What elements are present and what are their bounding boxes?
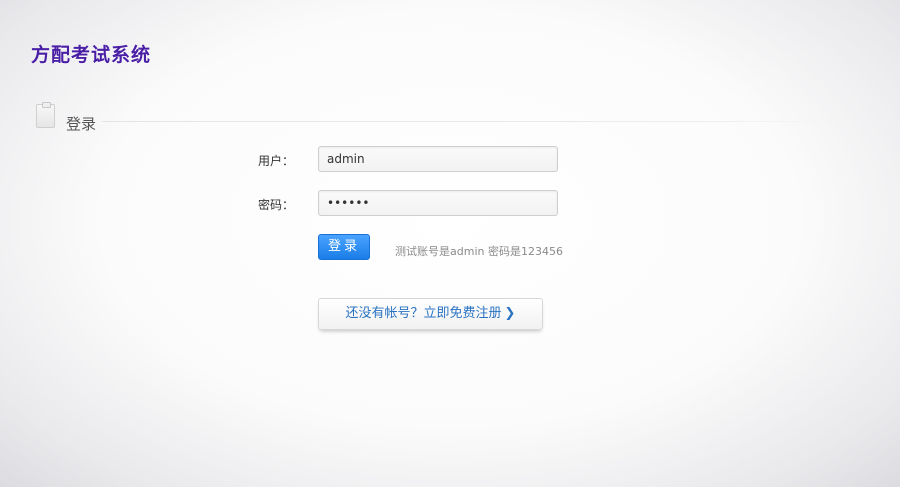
- section-divider: [102, 121, 842, 122]
- login-section-header: 登录: [36, 102, 842, 134]
- username-row: 用户：: [0, 146, 900, 174]
- register-label: 还没有帐号？立即免费注册: [345, 306, 502, 321]
- clipboard-icon: [36, 102, 55, 128]
- register-button[interactable]: 还没有帐号？立即免费注册 ❯: [318, 298, 543, 330]
- login-button[interactable]: 登录: [318, 234, 370, 260]
- chevron-right-icon: ❯: [504, 306, 516, 321]
- section-title: 登录: [66, 115, 97, 133]
- username-input[interactable]: [318, 146, 558, 172]
- test-account-hint: 测试账号是admin 密码是123456: [395, 245, 563, 258]
- password-input[interactable]: [318, 190, 558, 216]
- username-label: 用户：: [257, 154, 294, 168]
- app-logo: 方配考试系统: [31, 44, 152, 66]
- login-page: 方配考试系统 登录 用户： 密码： 登录 测试账号是admin 密码是12345…: [0, 0, 900, 487]
- password-row: 密码：: [0, 190, 900, 218]
- password-label: 密码：: [257, 198, 294, 212]
